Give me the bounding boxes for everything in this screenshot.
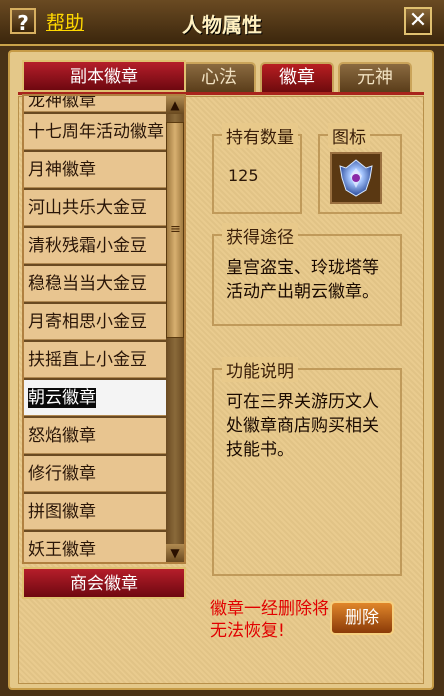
list-item[interactable]: 妖王徽章 [24, 532, 166, 562]
delete-button[interactable]: 删除 [330, 601, 394, 635]
list-item-selected[interactable]: 朝云徽章 [24, 380, 166, 416]
delete-warning: 徽章一经删除将无法恢复! [210, 599, 329, 641]
list-item[interactable]: 月神徽章 [24, 152, 166, 188]
icon-box: 图标 [318, 123, 402, 214]
dungeon-badges-header[interactable]: 副本徽章 [22, 60, 186, 92]
list-scrollbar[interactable]: ▲ ≡ ▼ [166, 96, 184, 562]
tab-yuanshen[interactable]: 元神 [338, 62, 412, 92]
badge-list: 龙神徽章 十七周年活动徽章 月神徽章 河山共乐大金豆 清秋残霜小金豆 稳稳当当大… [22, 94, 186, 564]
list-item[interactable]: 怒焰徽章 [24, 418, 166, 454]
list-item[interactable]: 月寄相思小金豆 [24, 304, 166, 340]
function-text: 可在三界关游历文人处徽章商店购买相关技能书。 [226, 392, 379, 460]
badge-icon [330, 152, 382, 204]
list-item[interactable]: 稳稳当当大金豆 [24, 266, 166, 302]
scroll-down-icon[interactable]: ▼ [166, 544, 184, 562]
list-item[interactable]: 扶摇直上小金豆 [24, 342, 166, 378]
count-box: 持有数量 125 [212, 123, 302, 214]
title-bar: ? 帮助 人物属性 ✕ [0, 0, 444, 46]
list-item[interactable]: 十七周年活动徽章 [24, 114, 166, 150]
count-title: 持有数量 [222, 123, 298, 148]
grip-icon: ≡ [170, 222, 181, 237]
guild-badges-header[interactable]: 商会徽章 [22, 567, 186, 599]
tab-mind-method[interactable]: 心法 [182, 62, 256, 92]
window-frame: ? 帮助 人物属性 ✕ 装备 属性 心法 徽章 元神 副本徽章 龙神徽章 十七周… [0, 0, 444, 696]
scroll-thumb[interactable]: ≡ [166, 122, 184, 338]
list-item[interactable]: 修行徽章 [24, 456, 166, 492]
function-box: 功能说明 可在三界关游历文人处徽章商店购买相关技能书。 [212, 357, 402, 576]
icon-box-title: 图标 [328, 123, 370, 148]
list-item[interactable]: 龙神徽章 [24, 96, 166, 112]
obtain-text: 皇宫盗宝、玲珑塔等活动产出朝云徽章。 [226, 258, 379, 302]
tab-badges[interactable]: 徽章 [260, 62, 334, 92]
obtain-title: 获得途径 [222, 223, 298, 248]
obtain-box: 获得途径 皇宫盗宝、玲珑塔等活动产出朝云徽章。 [212, 223, 402, 326]
list-item-label: 朝云徽章 [28, 388, 96, 408]
list-item[interactable]: 拼图徽章 [24, 494, 166, 530]
list-item[interactable]: 清秋残霜小金豆 [24, 228, 166, 264]
count-value: 125 [228, 166, 259, 185]
scroll-up-icon[interactable]: ▲ [166, 96, 184, 114]
close-button[interactable]: ✕ [404, 7, 432, 35]
function-title: 功能说明 [222, 357, 298, 382]
window-title: 人物属性 [182, 13, 262, 37]
list-item[interactable]: 河山共乐大金豆 [24, 190, 166, 226]
